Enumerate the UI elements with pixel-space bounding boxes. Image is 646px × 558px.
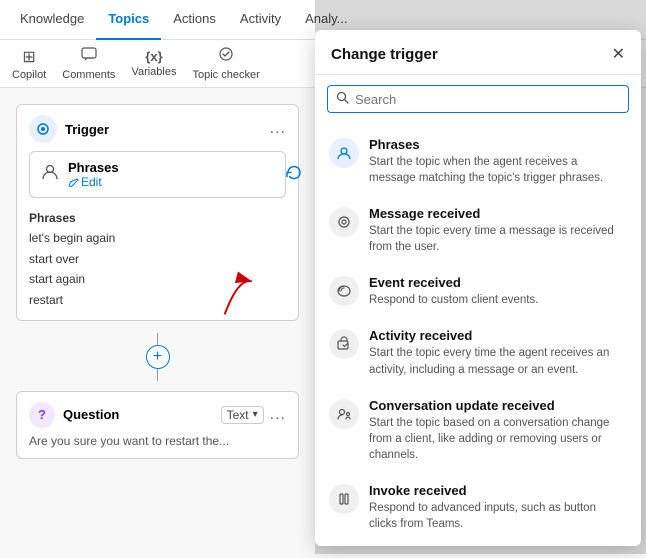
- phrases-card: Phrases Edit: [29, 151, 286, 198]
- trigger-option-invoke[interactable]: Invoke received Respond to advanced inpu…: [315, 473, 641, 542]
- conversation-option-content: Conversation update received Start the t…: [369, 398, 627, 463]
- phrases-person-icon: [40, 162, 60, 187]
- event-option-content: Event received Respond to custom client …: [369, 275, 538, 308]
- phrases-card-label: Phrases: [68, 160, 119, 175]
- phrases-option-desc: Start the topic when the agent receives …: [369, 154, 627, 186]
- connector-line-bottom: [157, 369, 158, 381]
- text-type-label: Text: [227, 408, 249, 422]
- trigger-options-list: Phrases Start the topic when the agent r…: [315, 123, 641, 546]
- phrases-edit-button[interactable]: Edit: [68, 175, 119, 189]
- phrases-left: Phrases Edit: [40, 160, 119, 189]
- toolbar-variables[interactable]: {x} Variables: [131, 49, 176, 78]
- trigger-header: Trigger ...: [29, 115, 286, 143]
- event-option-icon: [329, 276, 359, 306]
- search-input[interactable]: [355, 92, 620, 107]
- toolbar-topic-checker[interactable]: Topic checker: [192, 46, 259, 81]
- toolbar-variables-label: Variables: [131, 66, 176, 78]
- nav-item-knowledge[interactable]: Knowledge: [8, 0, 96, 40]
- modal-close-button[interactable]: ✕: [612, 44, 625, 64]
- question-title-text: Question: [63, 407, 119, 422]
- search-icon: [336, 91, 349, 107]
- connector-line-top: [157, 333, 158, 345]
- invoke-option-desc: Respond to advanced inputs, such as butt…: [369, 500, 627, 532]
- modal-title: Change trigger: [331, 46, 438, 63]
- add-button-container: +: [16, 333, 299, 381]
- invoke-option-name: Invoke received: [369, 483, 627, 498]
- trigger-icon: [29, 115, 57, 143]
- question-header: ? Question Text ▾ ...: [29, 402, 286, 428]
- nav-item-actions[interactable]: Actions: [161, 0, 228, 40]
- toolbar-comments-label: Comments: [62, 69, 115, 81]
- trigger-option-event[interactable]: Event received Respond to custom client …: [315, 265, 641, 318]
- nav-item-activity[interactable]: Activity: [228, 0, 293, 40]
- add-node-button[interactable]: +: [146, 345, 170, 369]
- activity-option-content: Activity received Start the topic every …: [369, 328, 627, 377]
- invoke-option-icon: [329, 484, 359, 514]
- conversation-option-desc: Start the topic based on a conversation …: [369, 415, 627, 463]
- canvas: Trigger ... Phrases: [0, 88, 315, 558]
- activity-option-name: Activity received: [369, 328, 627, 343]
- question-text-type[interactable]: Text ▾: [221, 406, 264, 424]
- toolbar-copilot[interactable]: ⊞ Copilot: [12, 47, 46, 81]
- phrase-item-1: let's begin again: [29, 228, 286, 248]
- phrases-title: Phrases: [29, 208, 286, 228]
- trigger-option-conversation[interactable]: Conversation update received Start the t…: [315, 388, 641, 473]
- invoke-option-content: Invoke received Respond to advanced inpu…: [369, 483, 627, 532]
- refresh-trigger-button[interactable]: [285, 163, 303, 186]
- event-option-desc: Respond to custom client events.: [369, 292, 538, 308]
- question-title: ? Question: [29, 402, 119, 428]
- message-option-icon: [329, 207, 359, 237]
- trigger-title: Trigger: [29, 115, 109, 143]
- conversation-option-name: Conversation update received: [369, 398, 627, 413]
- trigger-menu-button[interactable]: ...: [270, 120, 286, 138]
- question-menu-button[interactable]: ...: [270, 406, 286, 424]
- event-option-name: Event received: [369, 275, 538, 290]
- question-icon: ?: [29, 402, 55, 428]
- question-content: Are you sure you want to restart the...: [29, 434, 286, 448]
- comments-icon: [81, 46, 97, 67]
- phrases-option-name: Phrases: [369, 137, 627, 152]
- trigger-title-text: Trigger: [65, 122, 109, 137]
- change-trigger-modal: Change trigger ✕ Phrases Start the topic…: [315, 30, 641, 546]
- activity-option-icon: [329, 329, 359, 359]
- phrases-option-icon: [329, 138, 359, 168]
- message-option-content: Message received Start the topic every t…: [369, 206, 627, 255]
- variables-icon: {x}: [145, 49, 162, 64]
- chevron-down-icon: ▾: [253, 409, 258, 420]
- search-box: [327, 85, 629, 113]
- trigger-option-phrases[interactable]: Phrases Start the topic when the agent r…: [315, 127, 641, 196]
- message-option-name: Message received: [369, 206, 627, 221]
- modal-header: Change trigger ✕: [315, 30, 641, 75]
- activity-option-desc: Start the topic every time the agent rec…: [369, 345, 627, 377]
- topic-checker-icon: [218, 46, 234, 67]
- trigger-block: Trigger ... Phrases: [16, 104, 299, 321]
- question-block: ? Question Text ▾ ... Are you sure you w…: [16, 391, 299, 459]
- toolbar-topic-checker-label: Topic checker: [192, 69, 259, 81]
- copilot-icon: ⊞: [22, 47, 35, 67]
- trigger-option-activity[interactable]: Activity received Start the topic every …: [315, 318, 641, 387]
- trigger-option-message[interactable]: Message received Start the topic every t…: [315, 196, 641, 265]
- phrases-option-content: Phrases Start the topic when the agent r…: [369, 137, 627, 186]
- message-option-desc: Start the topic every time a message is …: [369, 223, 627, 255]
- nav-item-topics[interactable]: Topics: [96, 0, 161, 40]
- toolbar-copilot-label: Copilot: [12, 69, 46, 81]
- conversation-option-icon: [329, 399, 359, 429]
- toolbar-comments[interactable]: Comments: [62, 46, 115, 81]
